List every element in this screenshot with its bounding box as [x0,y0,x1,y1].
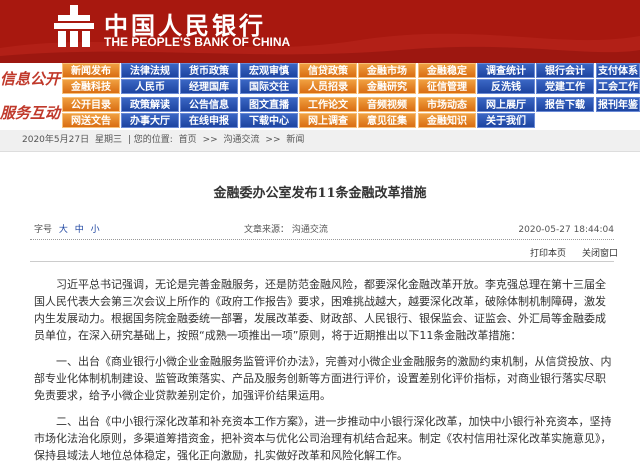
print-page-link[interactable]: 打印本页 [530,246,566,259]
nav-item[interactable]: 宏观审慎 [240,63,298,78]
nav-item[interactable]: 网上展厅 [477,97,535,112]
breadcrumb-separator: >> [202,135,218,145]
nav-item[interactable]: 金融科技 [62,79,120,94]
nav-section-label-service: 服务互动 [0,97,60,130]
nav-item[interactable]: 关于我们 [477,113,535,128]
nav-item[interactable]: 政策解读 [121,97,179,112]
article-source: 文章来源： 沟通交流 [244,222,328,238]
nav-item[interactable]: 国际交往 [240,79,298,94]
nav-item[interactable]: 报刊年鉴 [596,97,640,112]
nav-item[interactable]: 金融知识 [418,113,476,128]
location-label: | 您的位置: [127,135,173,145]
nav-item[interactable]: 法律法规 [121,63,179,78]
breadcrumb: 2020年5月27日 星期三 | 您的位置: 首页 >> 沟通交流 >> 新闻 [0,130,640,152]
site-header: 中国人民银行 THE PEOPLE'S BANK OF CHINA [0,0,640,63]
font-size-medium[interactable]: 中 [75,225,84,235]
source-label: 文章来源： [244,225,290,235]
site-title-en: THE PEOPLE'S BANK OF CHINA [104,35,291,49]
source-value: 沟通交流 [291,225,328,235]
nav-item[interactable]: 调查统计 [477,63,535,78]
breadcrumb-separator: >> [265,135,281,145]
nav-item[interactable]: 工作论文 [299,97,357,112]
font-size-label: 字号 [34,225,53,235]
current-weekday: 星期三 [94,135,122,145]
nav-item[interactable]: 工会工作 [596,79,640,94]
pboc-logo-icon[interactable] [50,3,98,51]
nav-item[interactable]: 货币政策 [180,63,238,78]
nav-item[interactable]: 意见征集 [358,113,416,128]
nav-item[interactable]: 金融研究 [358,79,416,94]
breadcrumb-item-communication[interactable]: 沟通交流 [224,135,260,145]
article-paragraph: 习近平总书记强调，无论是完善金融服务，还是防范金融风险，都要深化金融改革开放。李… [34,278,606,342]
nav-item[interactable]: 金融市场 [358,63,416,78]
meta-divider [30,239,614,240]
article-title: 金融委办公室发布11条金融改革措施 [213,186,427,201]
nav-item[interactable]: 经理国库 [180,79,238,94]
breadcrumb-item-news[interactable]: 新闻 [286,135,304,145]
nav-item[interactable]: 反洗钱 [477,79,535,94]
nav-item[interactable]: 新闻发布 [62,63,120,78]
nav-item[interactable]: 支付体系 [596,63,640,78]
nav-item[interactable]: 办事大厅 [121,113,179,128]
nav-item[interactable]: 人民币 [121,79,179,94]
nav-item[interactable]: 公告信息 [180,97,238,112]
nav-item[interactable]: 图文直播 [240,97,298,112]
article-body: 习近平总书记强调，无论是完善金融服务，还是防范金融风险，都要深化金融改革开放。李… [34,276,614,473]
article-meta: 字号 大 中 小 文章来源： 沟通交流 2020-05-27 18:44:04 [34,222,614,238]
nav-item[interactable]: 报告下载 [536,97,594,112]
main-navigation: 信息公开 服务互动 新闻发布 法律法规 货币政策 宏观审慎 信贷政策 金融市场 金融稳定 调查… [0,63,640,130]
article-datetime: 2020-05-27 18:44:04 [518,225,614,235]
article-actions: 打印本页 关闭窗口 [0,246,640,260]
nav-item[interactable]: 征信管理 [418,79,476,94]
nav-item[interactable]: 市场动态 [418,97,476,112]
actions-divider [30,261,614,262]
article-paragraph: 一、出台《商业银行小微企业金融服务监管评价办法》，完善对小微企业金融服务的激励约… [34,355,612,402]
nav-item[interactable]: 网上调查 [299,113,357,128]
nav-item[interactable]: 人员招录 [299,79,357,94]
nav-item[interactable]: 公开目录 [62,97,120,112]
nav-item[interactable]: 下载中心 [240,113,298,128]
nav-item[interactable]: 党建工作 [536,79,594,94]
nav-item[interactable]: 信贷政策 [299,63,357,78]
nav-item[interactable]: 金融稳定 [418,63,476,78]
nav-item[interactable]: 在线申报 [180,113,238,128]
current-date: 2020年5月27日 [22,135,90,145]
font-size-large[interactable]: 大 [59,225,68,235]
close-window-link[interactable]: 关闭窗口 [582,246,618,259]
font-size-selector: 字号 大 中 小 [34,222,100,238]
nav-item[interactable]: 银行会计 [536,63,594,78]
font-size-small[interactable]: 小 [91,225,100,235]
breadcrumb-item-home[interactable]: 首页 [179,135,197,145]
nav-item[interactable]: 网送文告 [62,113,120,128]
nav-section-label-info: 信息公开 [0,63,60,96]
nav-item[interactable]: 音频视频 [358,97,416,112]
article-paragraph: 二、出台《中小银行深化改革和补充资本工作方案》，进一步推动中小银行深化改革，加快… [34,415,612,462]
